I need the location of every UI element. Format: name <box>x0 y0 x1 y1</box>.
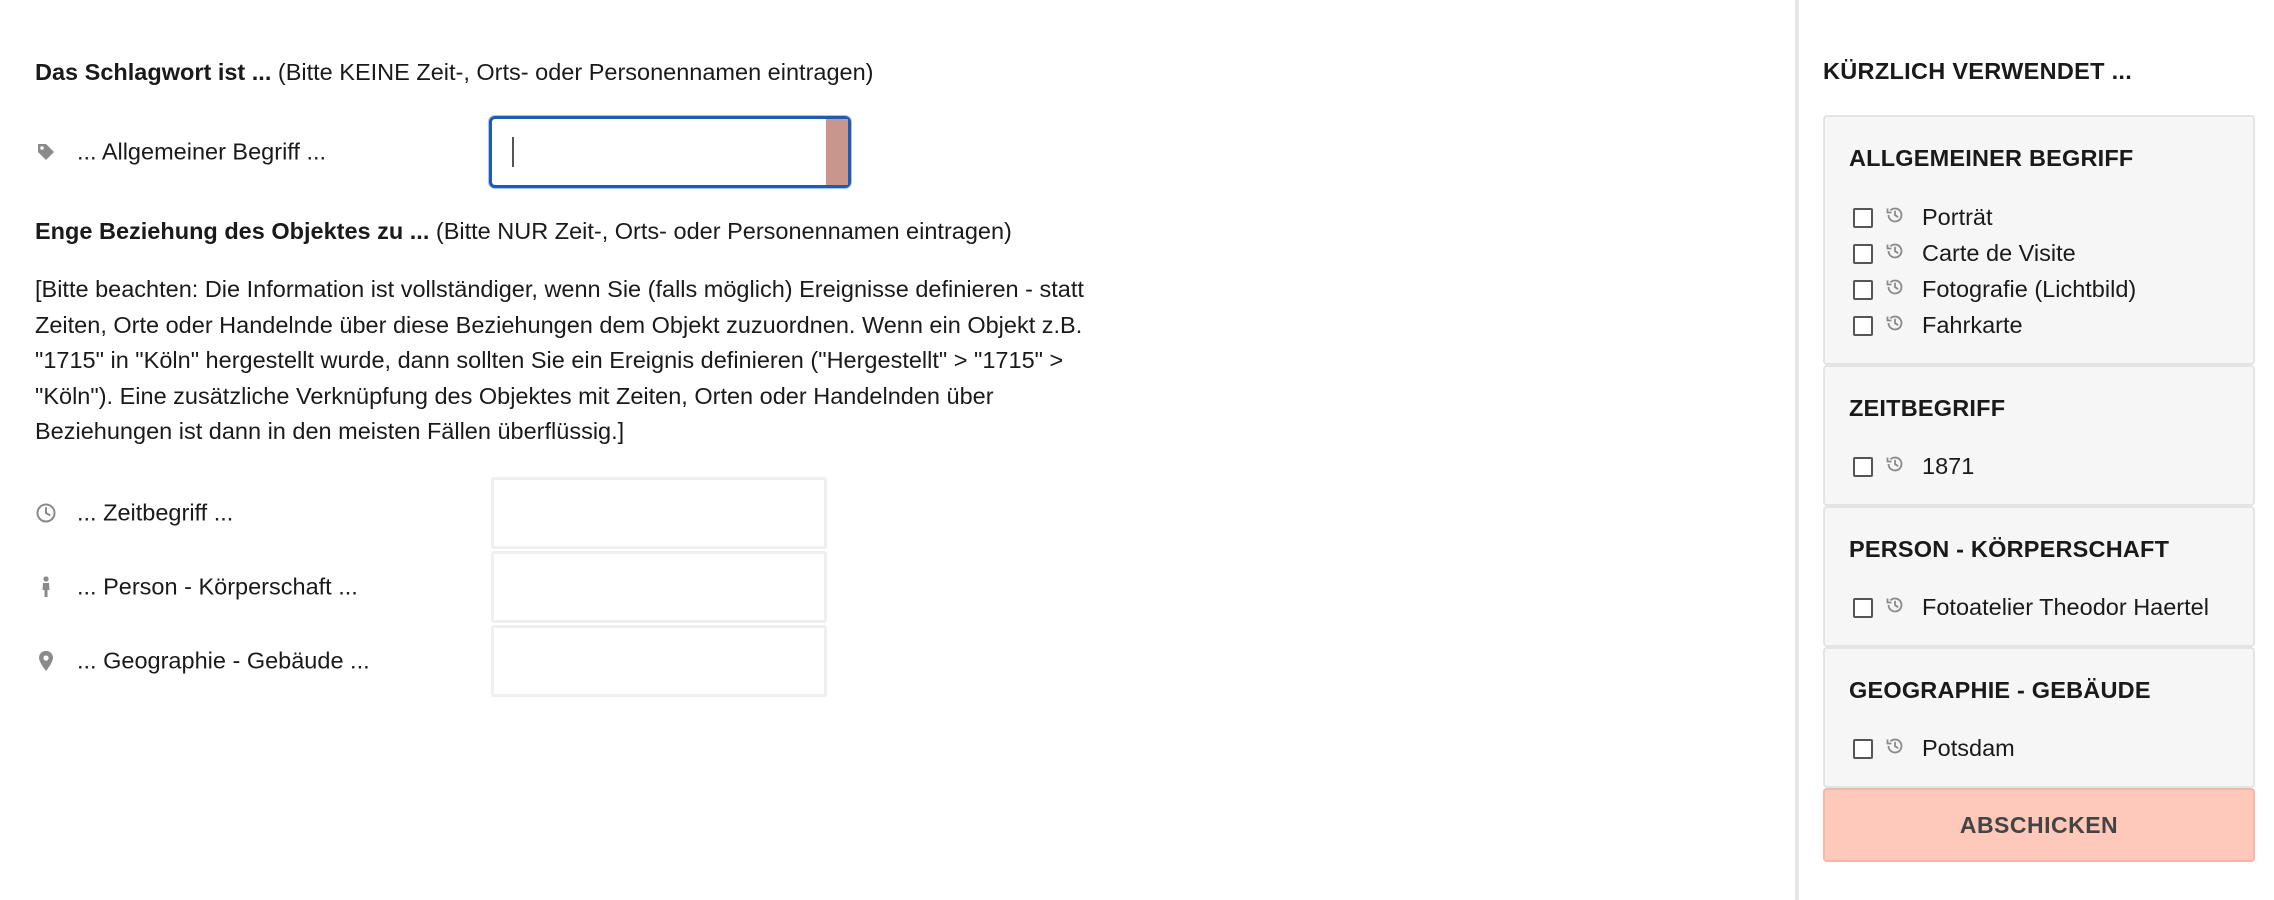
recent-group-person: PERSON - KÖRPERSCHAFT Fotoatelier Theodo… <box>1823 506 2255 647</box>
person-input[interactable] <box>491 551 827 623</box>
recent-item-label: Fotografie (Lichtbild) <box>1922 276 2137 302</box>
submit-button[interactable]: ABSCHICKEN <box>1823 788 2255 862</box>
sidebar-title: KÜRZLICH VERWENDET ... <box>1823 58 2133 84</box>
person-row: ... Person - Körperschaft ... <box>35 551 855 623</box>
history-icon <box>1884 735 1906 757</box>
checkbox[interactable] <box>1853 316 1873 336</box>
recent-item[interactable]: Potsdam <box>1853 733 2253 763</box>
map-pin-icon <box>35 650 57 672</box>
history-icon <box>1884 240 1906 262</box>
recent-item[interactable]: Fotografie (Lichtbild) <box>1853 274 2253 304</box>
keyword-heading-hint: (Bitte KEINE Zeit-, Orts- oder Personenn… <box>277 59 874 85</box>
clock-icon <box>35 502 57 524</box>
person-label: ... Person - Körperschaft ... <box>77 573 358 600</box>
history-icon <box>1884 276 1906 298</box>
time-term-input[interactable] <box>491 477 827 549</box>
general-term-label: ... Allgemeiner Begriff ... <box>77 138 327 165</box>
group-title: GEOGRAPHIE - GEBÄUDE <box>1849 677 2151 703</box>
recent-item[interactable]: Fahrkarte <box>1853 310 2253 340</box>
main-form: Das Schlagwort ist ... (Bitte KEINE Zeit… <box>0 0 1795 900</box>
recent-group-general-term: ALLGEMEINER BEGRIFF Porträt Carte de Vis… <box>1823 115 2255 365</box>
history-icon <box>1884 453 1906 475</box>
recent-item[interactable]: Fotoatelier Theodor Haertel <box>1853 592 2253 622</box>
recent-item[interactable]: 1871 <box>1853 451 2253 481</box>
recent-item-label: 1871 <box>1922 453 1975 479</box>
relation-heading: Enge Beziehung des Objektes zu ... (Bitt… <box>35 216 1012 246</box>
group-title: PERSON - KÖRPERSCHAFT <box>1849 536 2170 562</box>
history-icon <box>1884 204 1906 226</box>
geography-row: ... Geographie - Gebäude ... <box>35 625 855 697</box>
recent-item-label: Potsdam <box>1922 735 2015 761</box>
recently-used-sidebar: KÜRZLICH VERWENDET ... ALLGEMEINER BEGRI… <box>1799 0 2274 900</box>
relation-note: [Bitte beachten: Die Information ist vol… <box>35 276 1084 444</box>
recent-group-time-term: ZEITBEGRIFF 1871 <box>1823 365 2255 506</box>
tag-icon <box>35 141 57 163</box>
geography-input[interactable] <box>491 625 827 697</box>
history-icon <box>1884 312 1906 334</box>
recent-item[interactable]: Porträt <box>1853 202 2253 232</box>
text-caret <box>512 137 514 167</box>
recent-group-geography: GEOGRAPHIE - GEBÄUDE Potsdam <box>1823 647 2255 788</box>
general-term-input[interactable] <box>489 116 851 188</box>
checkbox[interactable] <box>1853 739 1873 759</box>
geography-label: ... Geographie - Gebäude ... <box>77 647 370 674</box>
general-term-row: ... Allgemeiner Begriff ... <box>35 116 855 188</box>
page: Das Schlagwort ist ... (Bitte KEINE Zeit… <box>0 0 2274 900</box>
keyword-heading: Das Schlagwort ist ... (Bitte KEINE Zeit… <box>35 57 874 87</box>
checkbox[interactable] <box>1853 208 1873 228</box>
time-term-row: ... Zeitbegriff ... <box>35 477 855 549</box>
person-icon <box>35 576 57 598</box>
checkbox[interactable] <box>1853 244 1873 264</box>
recent-item-label: Carte de Visite <box>1922 240 2076 266</box>
relation-heading-hint: (Bitte NUR Zeit-, Orts- oder Personennam… <box>435 218 1012 244</box>
input-side-accent <box>826 119 848 185</box>
checkbox[interactable] <box>1853 280 1873 300</box>
checkbox[interactable] <box>1853 457 1873 477</box>
relation-heading-title: Enge Beziehung des Objektes zu ... <box>35 218 430 244</box>
keyword-heading-title: Das Schlagwort ist ... <box>35 59 272 85</box>
group-title: ZEITBEGRIFF <box>1849 395 2006 421</box>
recent-item-label: Fotoatelier Theodor Haertel <box>1922 594 2209 620</box>
checkbox[interactable] <box>1853 598 1873 618</box>
recent-item-label: Fahrkarte <box>1922 312 2023 338</box>
history-icon <box>1884 594 1906 616</box>
recent-item[interactable]: Carte de Visite <box>1853 238 2253 268</box>
time-term-label: ... Zeitbegriff ... <box>77 499 234 526</box>
group-title: ALLGEMEINER BEGRIFF <box>1849 145 2134 171</box>
recent-item-label: Porträt <box>1922 204 1993 230</box>
